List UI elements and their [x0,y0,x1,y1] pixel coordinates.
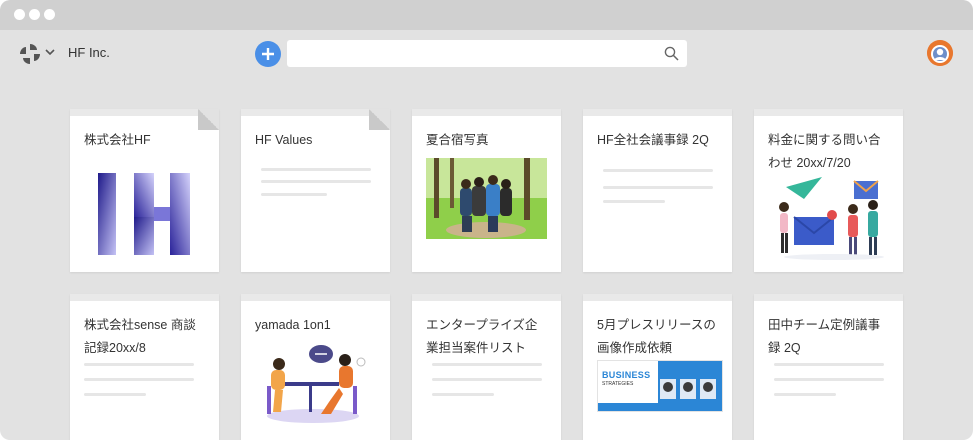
text-placeholder-line [84,363,194,366]
app-window: HF Inc. 株式会社HF HF Values 夏合宿写真 HF全社会議事録 … [0,0,973,440]
business-banner: BUSINESS STRATEGIES [597,360,723,412]
card-header-bar [412,109,561,116]
document-card[interactable]: 5月プレスリリースの画像作成依頼 BUSINESS STRATEGIES [583,294,732,440]
folded-corner [369,109,390,130]
card-header-bar [70,294,219,301]
window-dot[interactable] [44,9,55,20]
document-card[interactable]: 料金に関する問い合わせ 20xx/7/20 [754,109,903,272]
text-placeholder-line [603,169,713,172]
text-placeholder-line [432,363,542,366]
text-placeholder-line [261,180,371,183]
text-placeholder-line [84,378,194,381]
card-title: エンタープライズ企業担当案件リスト [426,318,538,355]
document-card[interactable]: 夏合宿写真 [412,109,561,272]
card-header-bar [241,294,390,301]
mail-illustration [779,177,884,260]
text-placeholder-line [603,186,713,189]
group-photo [426,158,547,239]
text-placeholder-line [774,378,884,381]
logo-icon[interactable] [18,42,42,66]
text-placeholder-line [603,200,665,203]
card-title: yamada 1on1 [255,318,331,332]
avatar[interactable] [927,40,953,66]
document-card[interactable]: 株式会社sense 商談記録20xx/8 [70,294,219,440]
card-header-bar [70,109,198,116]
card-header-bar [754,294,903,301]
search-input[interactable] [287,40,687,67]
app-header: HF Inc. [0,30,973,78]
search-box [287,40,687,67]
card-title: 株式会社HF [84,133,151,147]
card-header-bar [583,109,732,116]
chevron-down-icon[interactable] [44,46,56,58]
text-placeholder-line [774,363,884,366]
window-dot[interactable] [29,9,40,20]
text-placeholder-line [432,393,494,396]
window-dot[interactable] [14,9,25,20]
window-titlebar [0,0,973,30]
card-header-bar [412,294,561,301]
card-header-bar [241,109,369,116]
card-title: 料金に関する問い合わせ 20xx/7/20 [768,133,881,170]
card-title: HF Values [255,133,313,147]
text-placeholder-line [774,393,836,396]
document-card[interactable]: HF Values [241,109,390,272]
hf-logo-image [98,173,190,255]
meeting-illustration [267,345,366,423]
document-card[interactable]: 田中チーム定例議事録 2Q [754,294,903,440]
card-title: 株式会社sense 商談記録20xx/8 [84,318,196,355]
card-header-bar [754,109,903,116]
document-card[interactable]: HF全社会議事録 2Q [583,109,732,272]
text-placeholder-line [84,393,146,396]
card-title: HF全社会議事録 2Q [597,133,709,147]
card-title: 夏合宿写真 [426,133,489,147]
text-placeholder-line [432,378,542,381]
card-title: 田中チーム定例議事録 2Q [768,318,881,355]
plus-icon [262,48,274,60]
card-title: 5月プレスリリースの画像作成依頼 [597,318,716,355]
company-name[interactable]: HF Inc. [68,45,110,60]
document-card[interactable]: yamada 1on1 [241,294,390,440]
text-placeholder-line [261,168,371,171]
document-card[interactable]: 株式会社HF [70,109,219,272]
text-placeholder-line [261,193,327,196]
search-icon[interactable] [664,46,679,61]
document-card[interactable]: エンタープライズ企業担当案件リスト [412,294,561,440]
add-button[interactable] [255,41,281,67]
folded-corner [198,109,219,130]
card-header-bar [583,294,732,301]
